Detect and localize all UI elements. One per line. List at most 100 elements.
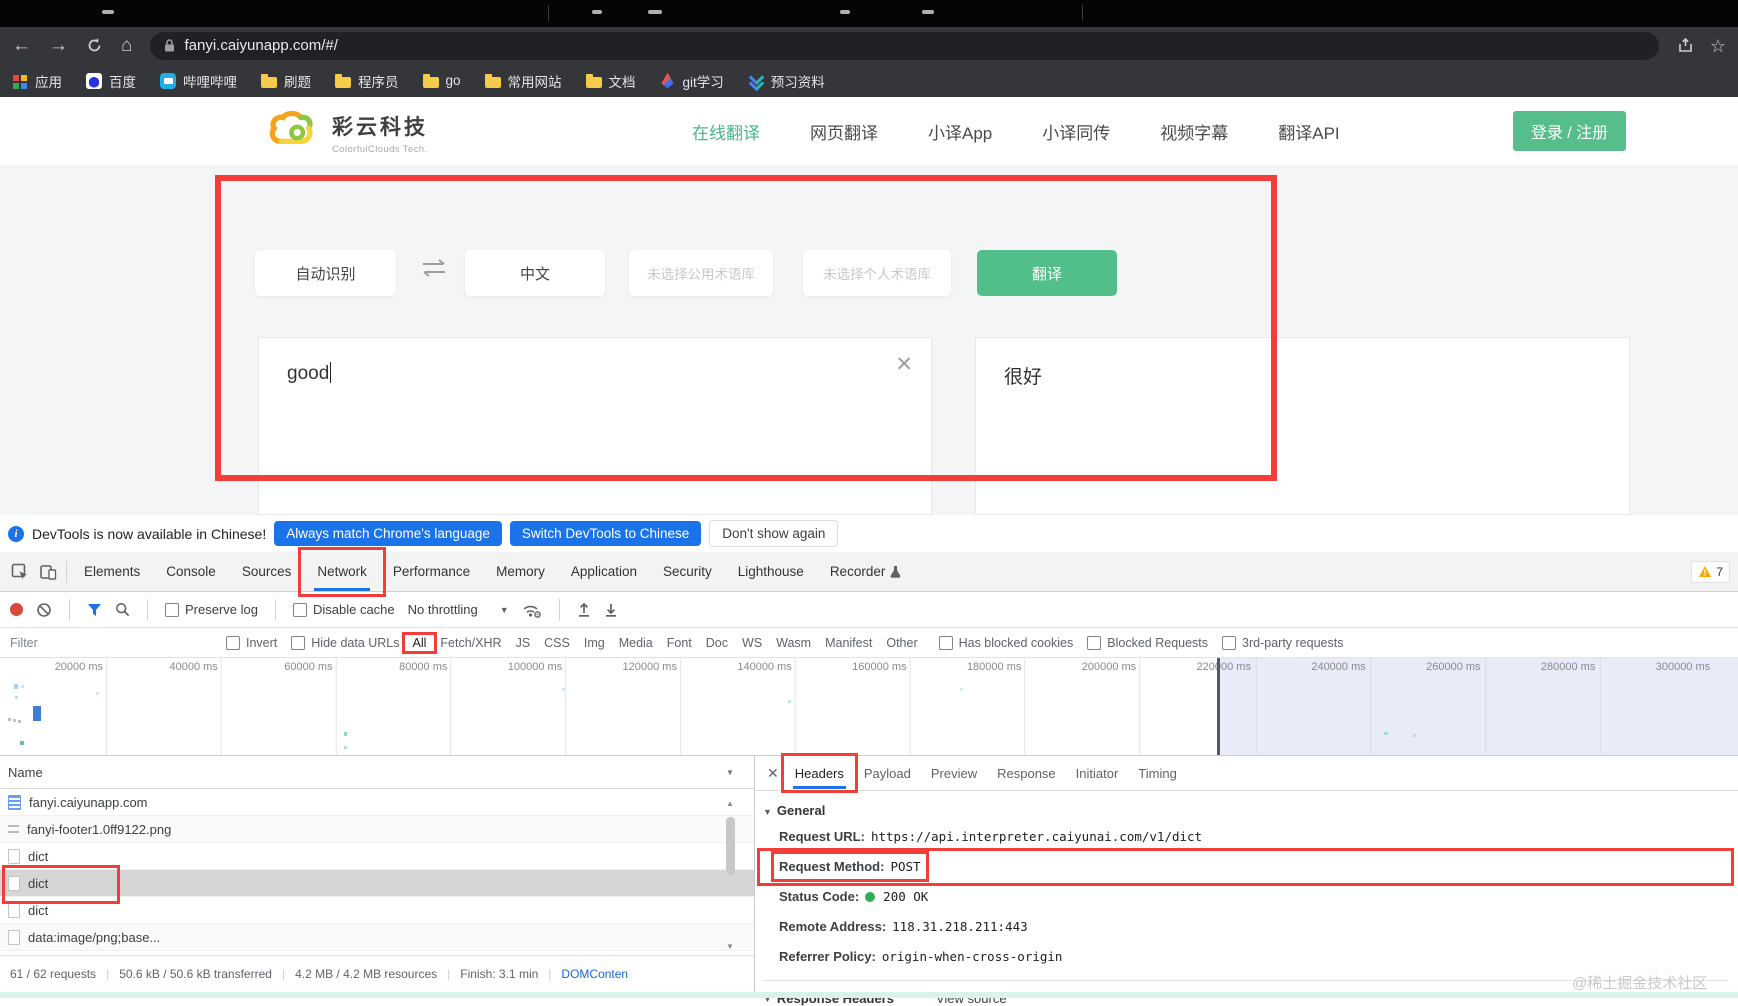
forward-icon[interactable]: → <box>49 36 68 55</box>
bookmark-item[interactable]: 应用 <box>12 71 62 91</box>
site-nav-item[interactable]: 视频字幕 <box>1160 119 1228 144</box>
personal-glossary-select[interactable]: 未选择个人术语库 <box>803 250 951 296</box>
general-section-header[interactable]: ▼ General <box>763 793 1728 820</box>
back-icon[interactable]: ← <box>12 36 31 55</box>
requests-scrollbar[interactable]: ▲ ▼ <box>724 799 738 951</box>
checkbox[interactable] <box>226 635 240 650</box>
filter-option-checkbox[interactable]: Has blocked cookies <box>938 635 1073 650</box>
checkbox[interactable] <box>292 602 307 617</box>
export-har-icon[interactable] <box>604 602 618 618</box>
devtools-tab[interactable]: Sources <box>229 553 305 591</box>
share-icon[interactable] <box>1677 37 1694 54</box>
caiyun-logo-icon[interactable] <box>268 109 314 149</box>
search-icon[interactable] <box>115 602 130 617</box>
close-details-icon[interactable]: ✕ <box>761 765 785 782</box>
filter-toggle-icon[interactable] <box>87 603 102 617</box>
disable-cache-checkbox[interactable]: Disable cache <box>292 602 395 617</box>
resource-type-filter-chip[interactable]: Other <box>879 636 924 650</box>
request-row[interactable]: dict <box>0 897 754 924</box>
request-row[interactable]: dict <box>0 843 754 870</box>
resource-type-filter-chip[interactable]: Manifest <box>818 636 879 650</box>
site-nav-item[interactable]: 翻译API <box>1278 119 1339 144</box>
chevron-down-icon[interactable]: ▼ <box>726 768 734 777</box>
site-nav-item[interactable]: 网页翻译 <box>810 119 878 144</box>
disclosure-triangle-icon[interactable]: ▼ <box>763 807 772 817</box>
switch-devtools-chinese-button[interactable]: Switch DevTools to Chinese <box>509 521 702 546</box>
filter-option-checkbox[interactable]: Blocked Requests <box>1087 635 1208 650</box>
request-row[interactable]: dict <box>0 870 754 897</box>
resource-type-filter-chip[interactable]: Doc <box>699 636 735 650</box>
details-tab[interactable]: Initiator <box>1066 757 1129 789</box>
request-row[interactable]: fanyi.caiyunapp.com <box>0 789 754 816</box>
invert-checkbox[interactable]: Invert <box>226 635 277 650</box>
device-toolbar-icon[interactable] <box>39 563 57 581</box>
site-nav-item[interactable]: 小译App <box>928 119 992 144</box>
resource-type-filter-chip[interactable]: WS <box>735 636 769 650</box>
request-row[interactable]: fanyi-footer1.0ff9122.png <box>0 816 754 843</box>
warning-count-badge[interactable]: 7 <box>1691 560 1730 583</box>
bookmark-item[interactable]: 哔哩哔哩 <box>160 71 237 91</box>
resource-type-filter-chip[interactable]: Media <box>612 636 660 650</box>
bookmark-item[interactable]: 百度 <box>86 71 136 91</box>
resource-type-filter-chip[interactable]: JS <box>509 636 538 650</box>
resource-type-filter-chip[interactable]: Fetch/XHR <box>433 636 508 650</box>
bookmark-item[interactable]: git学习 <box>660 71 724 91</box>
dont-show-again-button[interactable]: Don't show again <box>709 520 839 547</box>
checkbox[interactable] <box>291 635 306 650</box>
devtools-tab[interactable]: Lighthouse <box>725 553 817 591</box>
bookmark-item[interactable]: 预习资料 <box>748 71 825 91</box>
bookmark-star-icon[interactable]: ☆ <box>1710 37 1726 55</box>
devtools-tab[interactable]: Application <box>558 553 650 591</box>
details-tab[interactable]: Timing <box>1128 757 1187 789</box>
request-row[interactable]: data:image/png;base... <box>0 924 754 951</box>
swap-languages-icon[interactable] <box>419 257 449 279</box>
scrollbar-thumb[interactable] <box>726 817 735 875</box>
filter-option-checkbox[interactable]: 3rd-party requests <box>1222 635 1343 650</box>
details-tab[interactable]: Response <box>987 757 1066 789</box>
resource-type-filter-chip[interactable]: Font <box>660 636 699 650</box>
throttling-select[interactable]: No throttling ▼ <box>408 602 509 617</box>
record-network-log-button[interactable] <box>10 603 23 616</box>
translate-button[interactable]: 翻译 <box>977 250 1117 296</box>
site-nav-item[interactable]: 在线翻译 <box>692 119 760 144</box>
site-nav-item[interactable]: 小译同传 <box>1042 119 1110 144</box>
home-icon[interactable]: ⌂ <box>121 36 132 55</box>
checkbox[interactable] <box>1087 635 1102 650</box>
requests-table-header[interactable]: Name ▼ <box>0 755 754 789</box>
bookmark-item[interactable]: 程序员 <box>335 71 399 91</box>
resource-type-filter-chip[interactable]: Wasm <box>769 636 818 650</box>
devtools-tab[interactable]: Memory <box>483 553 558 591</box>
resource-type-filter-chip[interactable]: CSS <box>537 636 577 650</box>
import-har-icon[interactable] <box>577 602 591 618</box>
devtools-tab[interactable]: Security <box>650 553 725 591</box>
reload-icon[interactable] <box>86 37 103 54</box>
always-match-language-button[interactable]: Always match Chrome's language <box>274 521 502 546</box>
public-glossary-select[interactable]: 未选择公用术语库 <box>629 250 773 296</box>
source-text-area[interactable]: good ✕ <box>258 337 932 515</box>
details-tab[interactable]: Headers <box>780 753 858 793</box>
clear-network-log-icon[interactable] <box>36 602 52 618</box>
devtools-tab[interactable]: Recorder <box>817 553 899 591</box>
bookmark-item[interactable]: 文档 <box>585 71 636 91</box>
checkbox[interactable] <box>165 602 179 617</box>
network-overview-timeline[interactable]: 20000 ms 40000 ms 60000 ms 80000 ms 100000 m… <box>0 658 1738 755</box>
hide-data-urls-checkbox[interactable]: Hide data URLs <box>291 635 400 650</box>
devtools-tab[interactable]: Network <box>298 546 386 597</box>
clear-input-icon[interactable]: ✕ <box>895 352 913 377</box>
bookmark-item[interactable]: 常用网站 <box>484 71 562 91</box>
source-language-select[interactable]: 自动识别 <box>255 250 396 296</box>
filter-input[interactable] <box>8 634 212 651</box>
target-language-select[interactable]: 中文 <box>465 250 605 296</box>
scroll-up-icon[interactable]: ▲ <box>726 799 734 808</box>
details-tab[interactable]: Payload <box>854 757 921 789</box>
devtools-tab[interactable]: Console <box>153 553 229 591</box>
devtools-tab[interactable]: Elements <box>71 553 153 591</box>
devtools-tab[interactable]: Performance <box>380 553 483 591</box>
resource-type-filter-chip[interactable]: Img <box>577 636 612 650</box>
resource-type-filter-chip[interactable]: All <box>401 631 438 654</box>
bookmark-item[interactable]: 刷题 <box>261 71 311 91</box>
name-column-header[interactable]: Name <box>8 765 43 780</box>
inspect-element-icon[interactable] <box>11 563 29 581</box>
login-register-button[interactable]: 登录 / 注册 <box>1513 111 1626 151</box>
details-tab[interactable]: Preview <box>921 757 987 789</box>
